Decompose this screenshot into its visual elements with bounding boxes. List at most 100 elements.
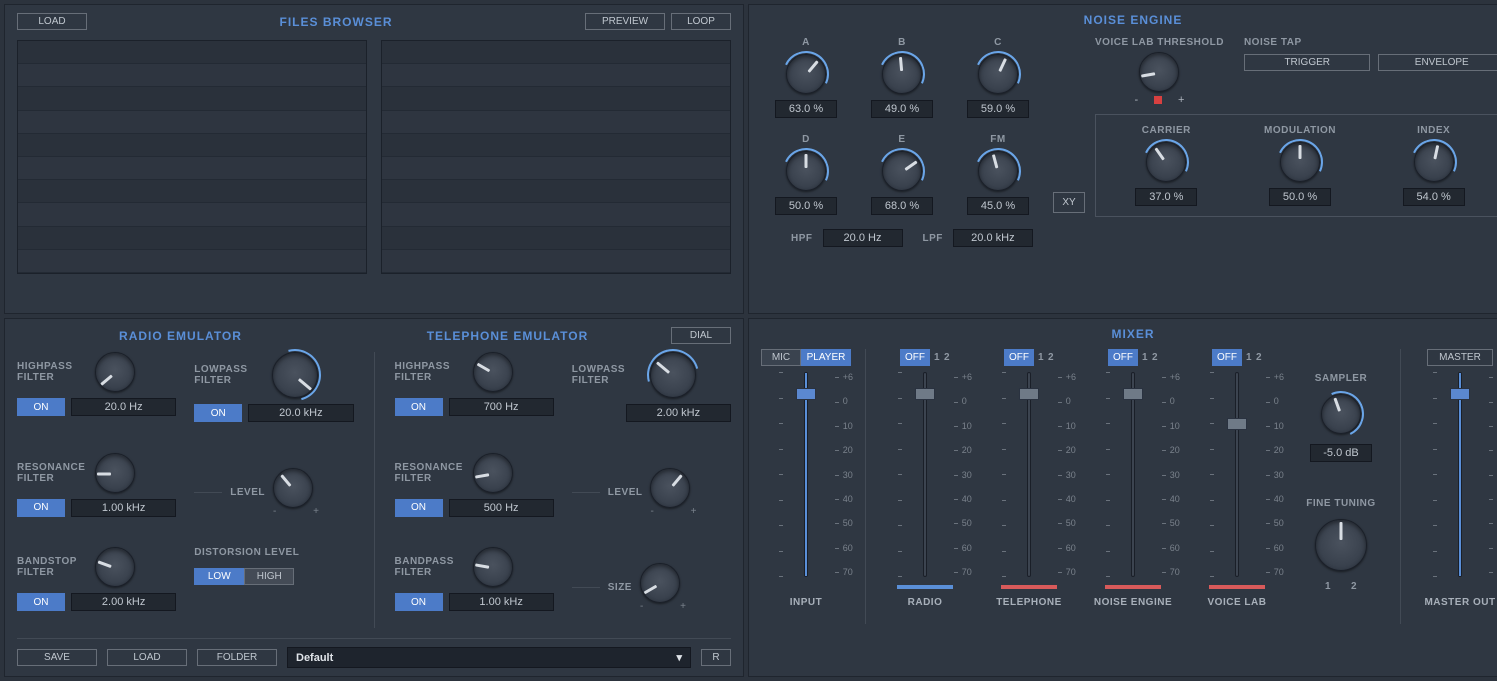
preset-load-button[interactable]: LOAD	[107, 649, 187, 666]
tel-lp-knob[interactable]	[650, 352, 696, 398]
files-browser-panel: LOAD FILES BROWSER PREVIEW LOOP	[4, 4, 744, 314]
envelope-button[interactable]: ENVELOPE	[1378, 54, 1497, 71]
noise-knob-e[interactable]: E68.0 %	[857, 134, 947, 215]
mixer-title: MIXER	[1111, 327, 1154, 341]
radio-emulator-title: RADIO EMULATOR	[119, 329, 242, 343]
sampler-label: SAMPLER	[1315, 373, 1367, 384]
tel-bp-value[interactable]: 1.00 kHz	[449, 593, 554, 611]
tel-hp-on-button[interactable]: ON	[395, 398, 443, 416]
noise-engine-fader[interactable]: +6010203040506070	[1114, 372, 1152, 577]
tel-level-label: LEVEL	[608, 487, 643, 498]
mixer-channel-telephone: OFF 1 2 +6010203040506070 TELEPHONE	[984, 349, 1074, 608]
lpf-label: LPF	[923, 233, 943, 244]
preset-folder-button[interactable]: FOLDER	[197, 649, 277, 666]
radio-hp-value[interactable]: 20.0 Hz	[71, 398, 176, 416]
xy-button[interactable]: XY	[1053, 192, 1085, 213]
carrier-knob[interactable]: CARRIER37.0 %	[1135, 125, 1197, 206]
trigger-button[interactable]: TRIGGER	[1244, 54, 1371, 71]
tel-hp-value[interactable]: 700 Hz	[449, 398, 554, 416]
fine-tuning-knob[interactable]	[1315, 519, 1367, 571]
player-button[interactable]: PLAYER	[801, 349, 851, 366]
tel-bp-label: BANDPASS FILTER	[395, 556, 465, 578]
dial-button[interactable]: DIAL	[671, 327, 731, 344]
radio-bs-knob[interactable]	[95, 547, 135, 587]
tel-level-knob[interactable]	[650, 468, 690, 508]
preset-r-button[interactable]: R	[701, 649, 731, 666]
radio-res-knob[interactable]	[95, 453, 135, 493]
preview-button[interactable]: PREVIEW	[585, 13, 665, 30]
mixer-channel-master: MASTER +6010203040506070 MASTER OUT	[1415, 349, 1497, 608]
tel-size-knob[interactable]	[640, 563, 680, 603]
mixer-panel: MIXER MIC PLAYER +6010203040506070 INPUT…	[748, 318, 1497, 677]
master-button[interactable]: MASTER	[1427, 349, 1493, 366]
preset-select[interactable]: Default ▾	[287, 647, 691, 668]
file-list-right[interactable]	[381, 40, 731, 274]
input-fader[interactable]: +6010203040506070	[787, 372, 825, 577]
noise-engine-title: NOISE ENGINE	[1084, 13, 1183, 27]
noise-engine-panel: NOISE ENGINE A63.0 % B49.0 % C59.0 % D50…	[748, 4, 1497, 314]
preset-save-button[interactable]: SAVE	[17, 649, 97, 666]
master-fader[interactable]: +6010203040506070	[1441, 372, 1479, 577]
modulation-knob[interactable]: MODULATION50.0 %	[1264, 125, 1336, 206]
tel-res-knob[interactable]	[473, 453, 513, 493]
sampler-knob[interactable]	[1321, 394, 1361, 434]
lpf-value[interactable]: 20.0 kHz	[953, 229, 1033, 247]
noise-tap-label: NOISE TAP	[1244, 37, 1497, 48]
radio-hp-on-button[interactable]: ON	[17, 398, 65, 416]
fine-tuning-label: FINE TUNING	[1306, 498, 1375, 509]
threshold-indicator	[1154, 96, 1162, 104]
tel-hp-label: HIGHPASS FILTER	[395, 361, 465, 383]
tel-bp-on-button[interactable]: ON	[395, 593, 443, 611]
radio-hp-knob[interactable]	[95, 352, 135, 392]
chevron-down-icon: ▾	[676, 651, 682, 664]
radio-bs-value[interactable]: 2.00 kHz	[71, 593, 176, 611]
radio-lp-value[interactable]: 20.0 kHz	[248, 404, 353, 422]
radio-bs-on-button[interactable]: ON	[17, 593, 65, 611]
hpf-label: HPF	[791, 233, 813, 244]
sampler-value: -5.0 dB	[1310, 444, 1372, 462]
radio-lp-label: LOWPASS FILTER	[194, 364, 264, 386]
load-button[interactable]: LOAD	[17, 13, 87, 30]
files-browser-title: FILES BROWSER	[279, 15, 392, 29]
mixer-channel-noise-engine: OFF 1 2 +6010203040506070 NOISE ENGINE	[1088, 349, 1178, 608]
mixer-sampler-column: SAMPLER -5.0 dB FINE TUNING 12	[1296, 373, 1386, 592]
mixer-channel-voice-lab: OFF 1 2 +6010203040506070 VOICE LAB	[1192, 349, 1282, 608]
tel-hp-knob[interactable]	[473, 352, 513, 392]
distortion-high-button[interactable]: HIGH	[244, 568, 294, 585]
voice-lab-threshold-knob[interactable]	[1139, 52, 1179, 92]
telephone-emulator-title: TELEPHONE EMULATOR	[427, 329, 589, 343]
mixer-channel-input: MIC PLAYER +6010203040506070 INPUT	[761, 349, 851, 608]
hpf-value[interactable]: 20.0 Hz	[823, 229, 903, 247]
file-list-left[interactable]	[17, 40, 367, 274]
noise-knob-c[interactable]: C59.0 %	[953, 37, 1043, 118]
plus-label: +	[1178, 94, 1184, 106]
radio-res-label: RESONANCE FILTER	[17, 462, 87, 484]
voice-lab-fader[interactable]: +6010203040506070	[1218, 372, 1256, 577]
voice-lab-off-button[interactable]: OFF	[1212, 349, 1242, 366]
noise-knob-a[interactable]: A63.0 %	[761, 37, 851, 118]
emulators-panel: RADIO EMULATOR TELEPHONE EMULATOR DIAL H…	[4, 318, 744, 677]
tel-lp-value[interactable]: 2.00 kHz	[626, 404, 731, 422]
tel-bp-knob[interactable]	[473, 547, 513, 587]
radio-off-button[interactable]: OFF	[900, 349, 930, 366]
noise-engine-off-button[interactable]: OFF	[1108, 349, 1138, 366]
tel-res-on-button[interactable]: ON	[395, 499, 443, 517]
radio-res-on-button[interactable]: ON	[17, 499, 65, 517]
noise-knob-fm[interactable]: FM45.0 %	[953, 134, 1043, 215]
radio-level-knob[interactable]	[273, 468, 313, 508]
radio-lp-knob[interactable]	[272, 352, 318, 398]
noise-knob-b[interactable]: B49.0 %	[857, 37, 947, 118]
radio-fader[interactable]: +6010203040506070	[906, 372, 944, 577]
mic-button[interactable]: MIC	[761, 349, 801, 366]
radio-dist-label: DISTORSION LEVEL	[194, 547, 353, 558]
radio-res-value[interactable]: 1.00 kHz	[71, 499, 176, 517]
index-knob[interactable]: INDEX54.0 %	[1403, 125, 1465, 206]
radio-level-label: LEVEL	[230, 487, 265, 498]
loop-button[interactable]: LOOP	[671, 13, 731, 30]
telephone-fader[interactable]: +6010203040506070	[1010, 372, 1048, 577]
tel-res-value[interactable]: 500 Hz	[449, 499, 554, 517]
distortion-low-button[interactable]: LOW	[194, 568, 244, 585]
radio-lp-on-button[interactable]: ON	[194, 404, 242, 422]
telephone-off-button[interactable]: OFF	[1004, 349, 1034, 366]
noise-knob-d[interactable]: D50.0 %	[761, 134, 851, 215]
